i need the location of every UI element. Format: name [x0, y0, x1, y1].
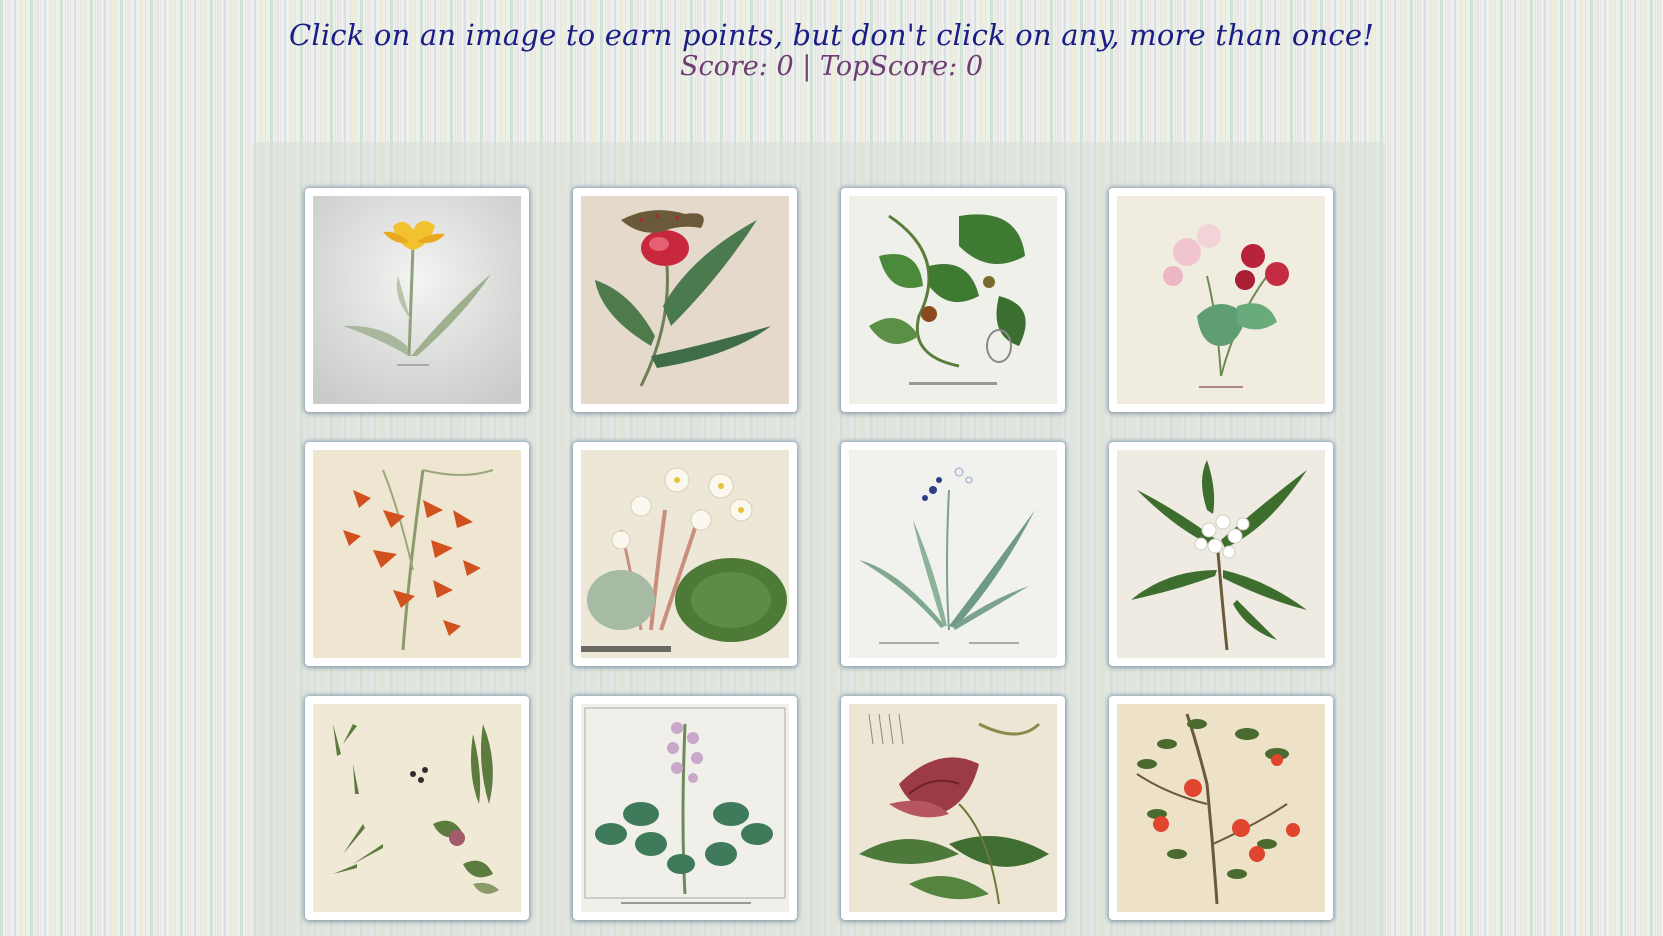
image-card-11[interactable] — [841, 696, 1065, 920]
yellow-tulip-illustration[interactable] — [313, 196, 521, 404]
image-card-3[interactable] — [841, 188, 1065, 412]
image-card-2[interactable] — [573, 188, 797, 412]
image-card-10[interactable] — [573, 696, 797, 920]
green-vine-aristolochia-illustration[interactable] — [849, 196, 1057, 404]
score-label: Score: — [679, 51, 768, 82]
orange-orchid-spray-illustration[interactable] — [313, 450, 521, 658]
game-instructions: Click on an image to earn points, but do… — [288, 18, 1375, 52]
image-board — [253, 142, 1385, 936]
image-card-7[interactable] — [841, 442, 1065, 666]
red-lady-slipper-orchid-illustration[interactable] — [581, 196, 789, 404]
image-card-9[interactable] — [305, 696, 529, 920]
score-separator: | — [802, 51, 812, 82]
blue-spiderwort-illustration[interactable] — [849, 450, 1057, 658]
top-score-value: 0 — [965, 51, 984, 82]
score-value: 0 — [776, 51, 794, 82]
pomegranate-shrub-illustration[interactable] — [1117, 704, 1325, 912]
image-card-6[interactable] — [573, 442, 797, 666]
red-trumpet-vine-illustration[interactable] — [849, 704, 1057, 912]
image-card-4[interactable] — [1109, 188, 1333, 412]
white-flowering-shrub-illustration[interactable] — [1117, 450, 1325, 658]
image-card-5[interactable] — [305, 442, 529, 666]
pink-dictamnus-illustration[interactable] — [581, 704, 789, 912]
top-score-label: TopScore: — [819, 51, 958, 82]
assorted-leaves-illustration[interactable] — [313, 704, 521, 912]
image-card-12[interactable] — [1109, 696, 1333, 920]
score-display: Score: 0 | TopScore: 0 — [0, 52, 1663, 82]
pink-red-geranium-illustration[interactable] — [1117, 196, 1325, 404]
header: Click on an image to earn points, but do… — [0, 18, 1663, 82]
white-begonia-illustration[interactable] — [581, 450, 789, 658]
image-card-1[interactable] — [305, 188, 529, 412]
image-card-8[interactable] — [1109, 442, 1333, 666]
